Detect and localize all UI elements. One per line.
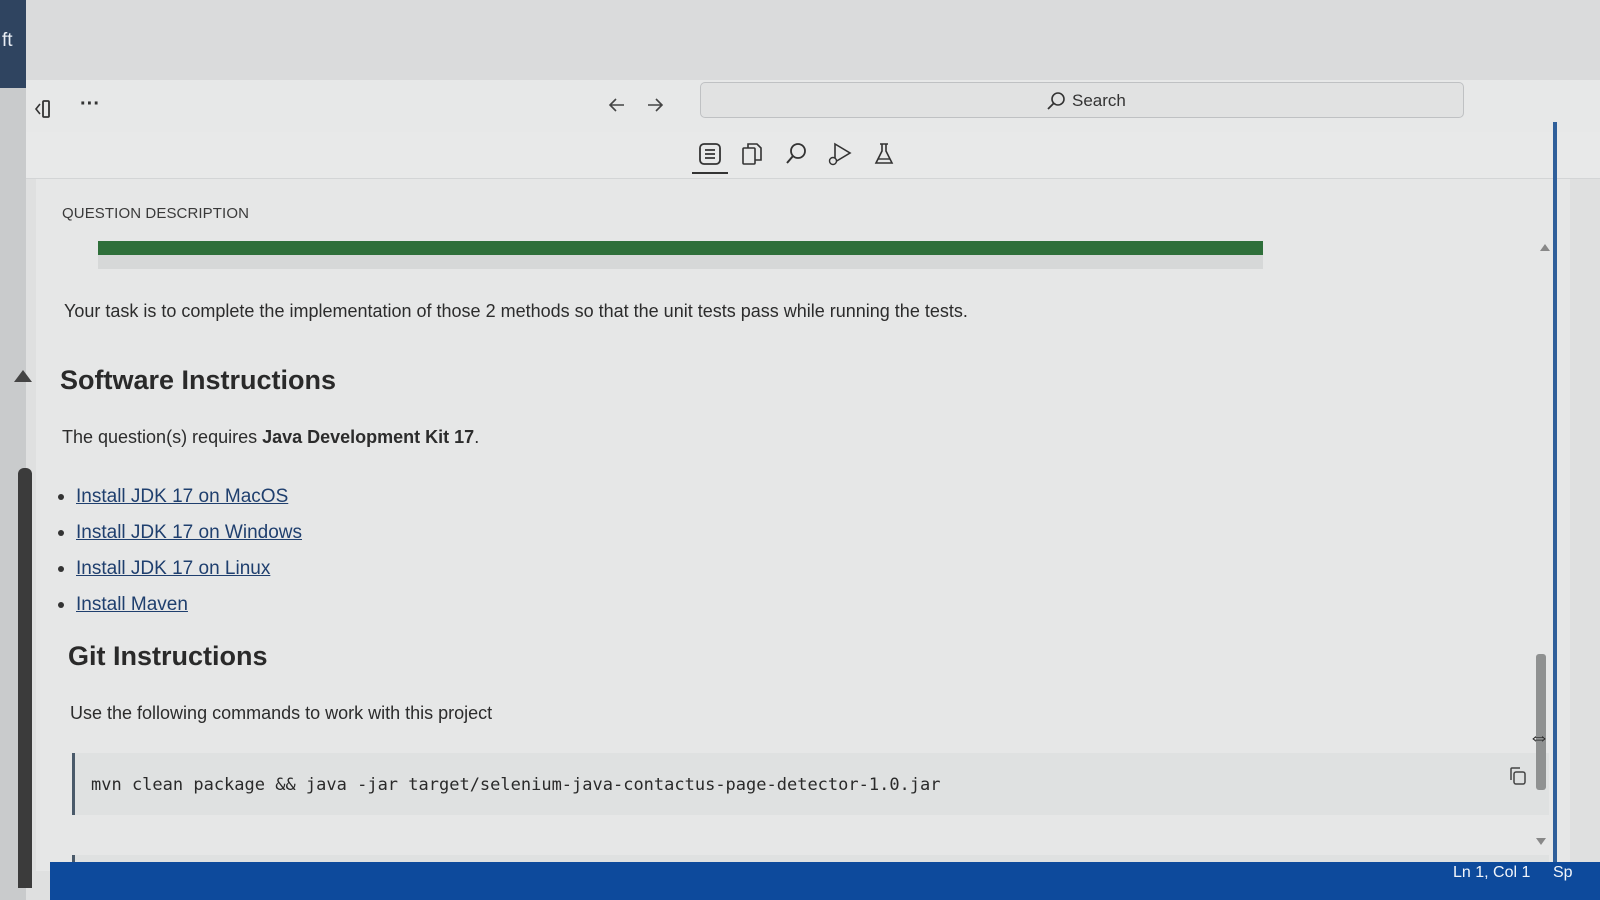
search-icon <box>1047 92 1065 110</box>
bullet-icon <box>58 566 64 572</box>
scrollbar-thumb[interactable] <box>1536 654 1546 790</box>
resize-cursor-icon: ⇔ <box>1528 724 1550 749</box>
install-maven-link[interactable]: Install Maven <box>76 594 188 616</box>
window-top-area <box>26 0 1600 80</box>
bullet-icon <box>58 530 64 536</box>
left-splitter[interactable] <box>18 468 32 888</box>
list-item: Install JDK 17 on Windows <box>58 515 302 551</box>
software-intro-suffix: . <box>474 427 480 447</box>
bullet-icon <box>58 602 64 608</box>
active-tab-indicator <box>692 172 728 174</box>
description-icon[interactable] <box>692 140 728 174</box>
toggle-sidebar-icon[interactable] <box>34 98 56 124</box>
software-intro-prefix: The question(s) requires <box>62 427 263 447</box>
bullet-icon <box>58 494 64 500</box>
question-panel: QUESTION DESCRIPTION Your task is to com… <box>36 179 1570 875</box>
install-link-list: Install JDK 17 on MacOS Install JDK 17 o… <box>58 479 302 623</box>
app-edge-label: ft <box>2 30 13 51</box>
search-tool-icon[interactable] <box>782 140 810 168</box>
list-item: Install Maven <box>58 587 302 623</box>
search-input[interactable]: Search <box>700 82 1464 118</box>
cursor-position[interactable]: Ln 1, Col 1 <box>1453 864 1530 882</box>
more-icon[interactable]: ··· <box>80 94 100 114</box>
back-arrow-icon[interactable] <box>606 94 628 120</box>
install-jdk-macos-link[interactable]: Install JDK 17 on MacOS <box>76 486 288 508</box>
progress-fill <box>98 241 1263 255</box>
app-edge: ft <box>0 0 26 88</box>
copy-icon[interactable] <box>1507 765 1529 792</box>
software-heading: Software Instructions <box>60 365 337 395</box>
test-flask-icon[interactable] <box>870 140 898 168</box>
panel-edge <box>1553 122 1557 862</box>
list-item: Install JDK 17 on Linux <box>58 551 302 587</box>
status-bar: Ln 1, Col 1 Sp <box>50 862 1600 900</box>
git-intro: Use the following commands to work with … <box>70 703 493 723</box>
scroll-down-icon[interactable] <box>1536 838 1546 845</box>
task-description: Your task is to complete the implementat… <box>64 301 968 321</box>
scroll-up-icon[interactable] <box>1540 244 1550 251</box>
install-jdk-linux-link[interactable]: Install JDK 17 on Linux <box>76 558 270 580</box>
git-command[interactable]: mvn clean package && java -jar target/se… <box>91 775 941 795</box>
install-jdk-windows-link[interactable]: Install JDK 17 on Windows <box>76 522 302 544</box>
copy-files-icon[interactable] <box>738 140 766 168</box>
tool-row <box>26 132 1600 179</box>
collapse-icon[interactable] <box>14 370 32 382</box>
code-block: mvn clean package && java -jar target/se… <box>72 753 1549 815</box>
run-debug-icon[interactable] <box>826 140 854 168</box>
search-placeholder: Search <box>1072 91 1126 110</box>
forward-arrow-icon[interactable] <box>644 94 666 120</box>
status-extra[interactable]: Sp <box>1553 864 1573 882</box>
software-intro-bold: Java Development Kit 17 <box>262 427 475 447</box>
git-heading: Git Instructions <box>68 641 268 671</box>
list-item: Install JDK 17 on MacOS <box>58 479 302 515</box>
software-intro: The question(s) requires Java Developmen… <box>62 427 479 448</box>
progress-bar <box>98 241 1263 269</box>
section-label: QUESTION DESCRIPTION <box>62 205 250 222</box>
